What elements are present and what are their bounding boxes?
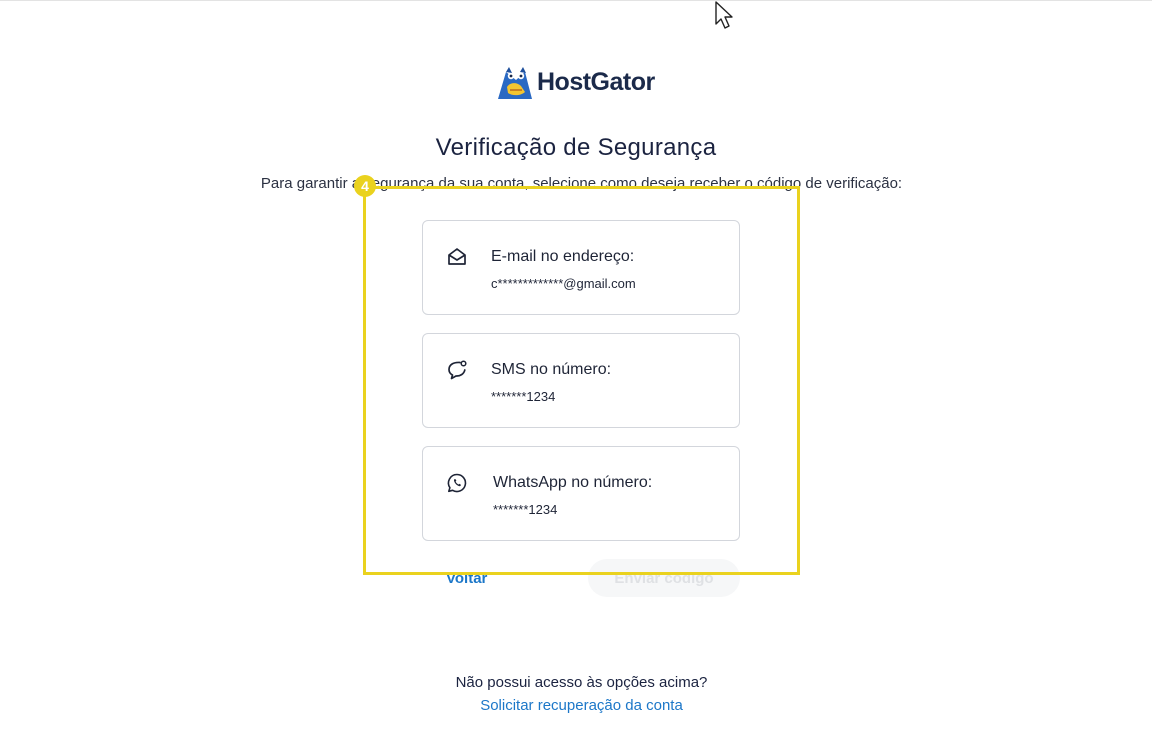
gator-mascot-icon (498, 67, 532, 99)
annotation-highlight-box (363, 186, 800, 575)
brand-name: HostGator (537, 67, 655, 96)
page-title: Verificação de Segurança (435, 134, 717, 161)
top-divider (0, 0, 1152, 1)
hostgator-logo: HostGator (495, 63, 655, 101)
mouse-cursor-icon (715, 1, 733, 29)
step-number-badge: 4 (354, 175, 376, 197)
no-access-question: Não possui acesso às opções acima? (455, 674, 708, 691)
account-recovery-link[interactable]: Solicitar recuperação da conta (0, 697, 1152, 714)
